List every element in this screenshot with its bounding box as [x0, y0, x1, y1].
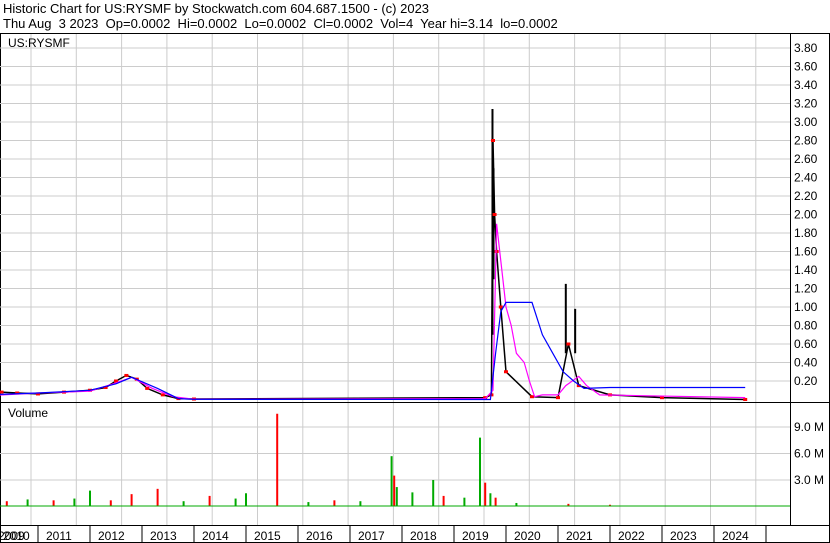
symbol-label: US:RYSMF: [8, 36, 70, 50]
year-label: 2012: [98, 529, 125, 543]
price-tick-label: 3.40: [794, 78, 818, 92]
close-marker: [530, 395, 534, 399]
close-marker: [124, 373, 129, 377]
price-tick-label: 3.80: [794, 41, 818, 55]
price-tick-label: 1.00: [794, 300, 818, 314]
volume-tick-label: 3.0 M: [794, 473, 824, 487]
year-label: 2010: [3, 529, 30, 543]
year-label: 2014: [202, 529, 229, 543]
year-label: 2015: [254, 529, 281, 543]
close-marker: [492, 213, 497, 216]
price-tick-label: 2.00: [794, 208, 818, 222]
close-marker: [743, 397, 748, 401]
volume-tick-label: 6.0 M: [794, 447, 824, 461]
price-tick-label: 0.80: [794, 319, 818, 333]
year-label: 2011: [46, 529, 72, 543]
year-label: 2017: [358, 529, 385, 543]
year-label: 2023: [670, 529, 697, 543]
price-tick-label: 2.20: [794, 189, 818, 203]
year-label: 2013: [150, 529, 177, 543]
price-tick-label: 1.60: [794, 245, 818, 259]
close-marker: [494, 250, 499, 253]
long-moving-average: [0, 301, 746, 401]
close-marker: [566, 342, 571, 346]
close-marker: [504, 370, 508, 374]
volume-tick-label: 9.0 M: [794, 420, 824, 434]
year-label: 2021: [566, 529, 593, 543]
price-tick-label: 3.00: [794, 115, 818, 129]
year-label: 2018: [410, 529, 437, 543]
price-tick-label: 2.80: [794, 134, 818, 148]
price-tick-label: 0.20: [794, 374, 818, 388]
price-tick-label: 1.80: [794, 226, 818, 240]
price-tick-label: 0.40: [794, 356, 818, 370]
price-tick-label: 3.20: [794, 97, 818, 111]
year-label: 2016: [306, 529, 333, 543]
chart-canvas: 0.20 0.40 0.60 0.80 1.00 1.20 1.40 1.60 1.80 2.00…: [0, 33, 830, 543]
close-marker: [491, 139, 495, 142]
price-tick-label: 0.60: [794, 337, 818, 351]
price-tick-label: 2.40: [794, 171, 818, 185]
close-marker: [556, 396, 560, 400]
short-moving-average: [0, 223, 746, 400]
year-label: 2024: [722, 529, 749, 543]
volume-label: Volume: [8, 406, 48, 420]
close-marker: [145, 386, 150, 390]
stock-chart: Historic Chart for US:RYSMF by Stockwatc…: [0, 0, 830, 543]
price-tick-label: 1.40: [794, 263, 818, 277]
price-tick-label: 2.60: [794, 152, 818, 166]
close-marker: [160, 393, 165, 397]
year-label: 2019: [462, 529, 489, 543]
year-label: 2022: [618, 529, 645, 543]
price-tick-label: 1.20: [794, 282, 818, 296]
price-tick-label: 3.60: [794, 60, 818, 74]
year-label: 2020: [514, 529, 541, 543]
close-marker: [0, 390, 4, 394]
